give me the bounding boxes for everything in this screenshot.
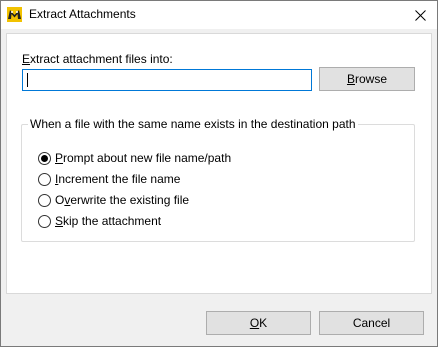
radio-label-overwrite: Overwrite the existing file <box>55 193 190 207</box>
radio-prompt-new-name[interactable]: Prompt about new file name/path <box>38 150 231 166</box>
window-title: Extract Attachments <box>29 7 136 21</box>
conflict-group-title: When a file with the same name exists in… <box>28 117 358 131</box>
close-icon <box>414 9 426 21</box>
conflict-groupbox: When a file with the same name exists in… <box>21 117 415 242</box>
extract-path-input[interactable] <box>22 69 312 91</box>
close-button[interactable] <box>403 1 437 29</box>
text-caret <box>27 73 28 87</box>
title-bar: Extract Attachments <box>1 1 437 29</box>
radio-label-increment: Increment the file name <box>55 172 181 186</box>
radio-increment-name[interactable]: Increment the file name <box>38 171 180 187</box>
radio-button[interactable] <box>38 193 51 207</box>
content-panel: Extract attachment files into: Browse Wh… <box>6 33 432 294</box>
cancel-button[interactable]: Cancel <box>319 311 424 335</box>
radio-selected-dot <box>41 154 48 162</box>
radio-label-prompt: Prompt about new file name/path <box>55 151 232 165</box>
radio-button[interactable] <box>38 214 51 228</box>
browse-button[interactable]: Browse <box>319 67 415 91</box>
radio-button[interactable] <box>38 172 51 186</box>
extract-attachments-dialog: Extract Attachments Extract attachment f… <box>0 0 438 347</box>
app-icon <box>7 7 22 22</box>
radio-button[interactable] <box>38 151 51 165</box>
extract-path-label: Extract attachment files into: <box>22 52 173 66</box>
radio-label-skip: Skip the attachment <box>55 214 162 228</box>
radio-overwrite[interactable]: Overwrite the existing file <box>38 192 189 208</box>
radio-skip[interactable]: Skip the attachment <box>38 213 161 229</box>
ok-button[interactable]: OK <box>206 311 311 335</box>
